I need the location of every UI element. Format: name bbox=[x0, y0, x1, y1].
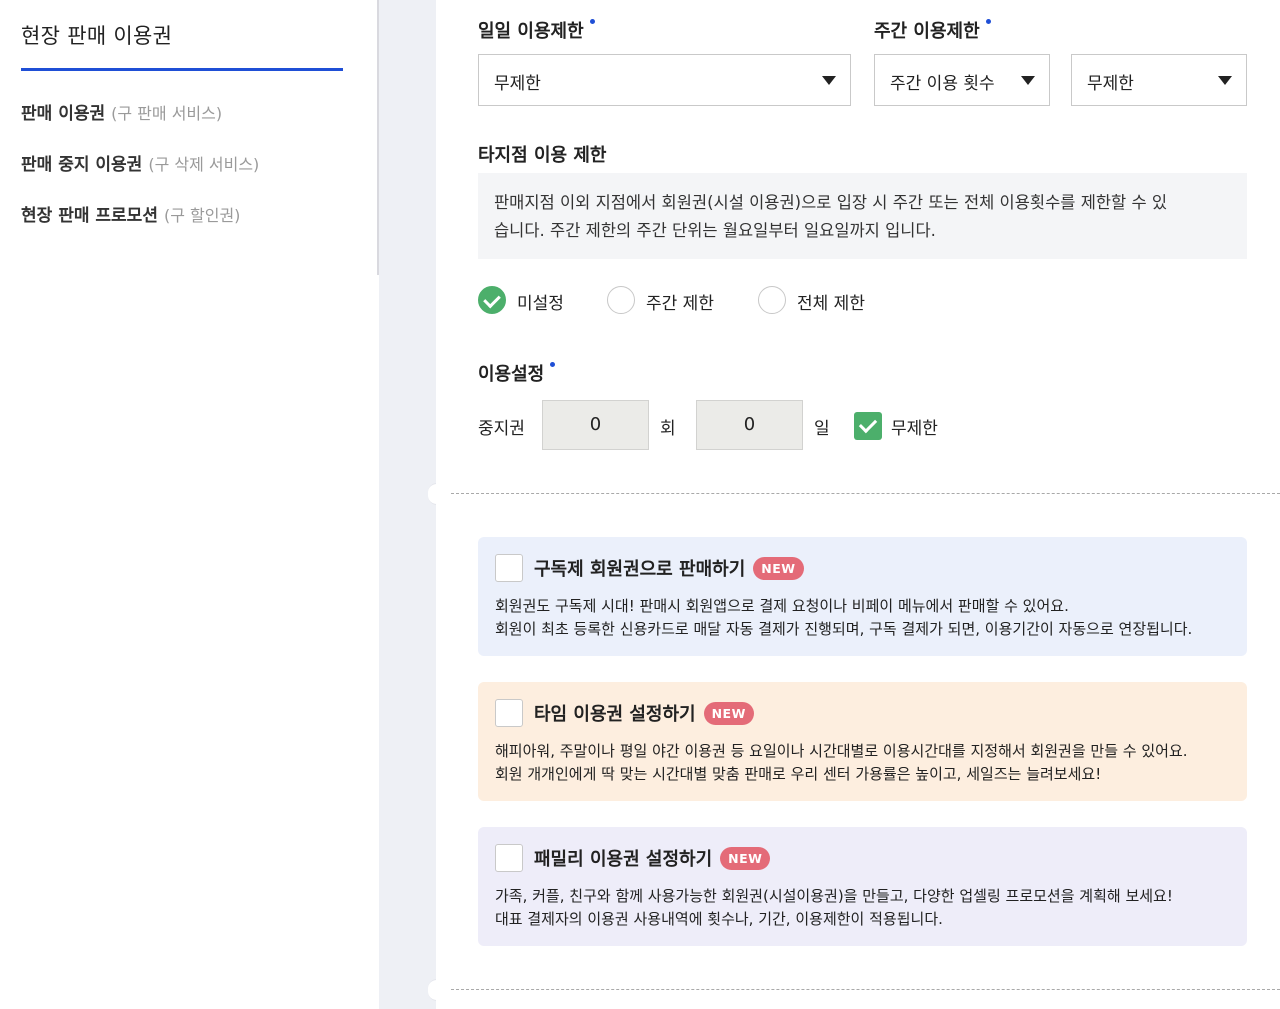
section-divider bbox=[451, 493, 1280, 494]
days-unit-label: 일 bbox=[814, 419, 830, 439]
new-badge: NEW bbox=[720, 847, 771, 870]
info-text-line: 판매지점 이외 지점에서 회원권(시설 이용권)으로 입장 시 주간 또는 전체… bbox=[494, 193, 1168, 212]
card-title: 패밀리 이용권 설정하기 NEW bbox=[534, 845, 771, 871]
family-pass-checkbox[interactable] bbox=[495, 844, 523, 872]
subscription-card: 구독제 회원권으로 판매하기 NEW 회원권도 구독제 시대! 판매시 회원앱으로… bbox=[478, 537, 1247, 656]
info-text-line: 습니다. 주간 제한의 주간 단위는 월요일부터 일요일까지 입니다. bbox=[494, 221, 936, 240]
card-description: 회원권도 구독제 시대! 판매시 회원앱으로 결제 요청이나 비페이 메뉴에서 … bbox=[495, 595, 1192, 641]
radio-checked-icon bbox=[478, 286, 506, 314]
new-badge: NEW bbox=[703, 702, 754, 725]
sidebar-title-underline bbox=[21, 68, 343, 71]
daily-limit-label: 일일 이용제한 bbox=[478, 17, 595, 43]
radio-unchecked-icon bbox=[607, 286, 635, 314]
card-title-text: 타임 이용권 설정하기 bbox=[534, 704, 696, 725]
usage-setting-label: 이용설정 bbox=[478, 360, 556, 386]
usage-setting-label-text: 이용설정 bbox=[478, 364, 545, 385]
pause-days-input[interactable]: 0 bbox=[696, 400, 803, 450]
new-badge: NEW bbox=[753, 557, 804, 580]
required-dot-icon bbox=[589, 19, 595, 24]
required-dot-icon bbox=[550, 362, 556, 367]
weekly-limit-label: 주간 이용제한 bbox=[874, 17, 991, 43]
times-unit-label: 회 bbox=[660, 419, 676, 439]
sidebar-item-sublabel: (구 판매 서비스) bbox=[111, 104, 223, 123]
sidebar-title: 현장 판매 이용권 bbox=[21, 24, 173, 48]
card-title-text: 패밀리 이용권 설정하기 bbox=[534, 849, 713, 870]
radio-label: 미설정 bbox=[517, 294, 564, 314]
other-branch-info-box: 판매지점 이외 지점에서 회원권(시설 이용권)으로 입장 시 주간 또는 전체… bbox=[478, 173, 1247, 259]
unlimited-checkbox[interactable] bbox=[854, 412, 882, 440]
daily-limit-select[interactable]: 무제한 bbox=[478, 54, 851, 106]
card-desc-line: 가족, 커플, 친구와 함께 사용가능한 회원권(시설이용권)을 만들고, 다양… bbox=[495, 887, 1173, 905]
card-desc-line: 회원 개개인에게 딱 맞는 시간대별 맞춤 판매로 우리 센터 가용률은 높이고… bbox=[495, 765, 1102, 783]
card-title-text: 구독제 회원권으로 판매하기 bbox=[534, 559, 746, 580]
radio-unchecked-icon bbox=[758, 286, 786, 314]
sidebar-item-suspended-pass[interactable]: 판매 중지 이용권 (구 삭제 서비스) bbox=[21, 150, 259, 175]
weekly-limit-count-value: 무제한 bbox=[1087, 74, 1134, 94]
card-desc-line: 회원이 최초 등록한 신용카드로 매달 자동 결제가 진행되며, 구독 결제가 … bbox=[495, 620, 1193, 638]
time-pass-card: 타임 이용권 설정하기 NEW 해피아워, 주말이나 평일 야간 이용권 등 요일… bbox=[478, 682, 1247, 801]
caret-down-icon bbox=[1021, 76, 1035, 85]
pause-pass-label: 중지권 bbox=[478, 419, 525, 439]
card-description: 해피아워, 주말이나 평일 야간 이용권 등 요일이나 시간대별로 이용시간대를… bbox=[495, 740, 1188, 786]
card-description: 가족, 커플, 친구와 함께 사용가능한 회원권(시설이용권)을 만들고, 다양… bbox=[495, 885, 1173, 931]
daily-limit-value: 무제한 bbox=[494, 74, 541, 94]
weekly-limit-label-text: 주간 이용제한 bbox=[874, 21, 980, 42]
caret-down-icon bbox=[822, 76, 836, 85]
sidebar-item-sale-pass[interactable]: 판매 이용권 (구 판매 서비스) bbox=[21, 99, 222, 124]
sidebar-item-promotion[interactable]: 현장 판매 프로모션 (구 할인권) bbox=[21, 201, 240, 226]
unlimited-label: 무제한 bbox=[891, 419, 938, 439]
sidebar-item-label: 판매 이용권 bbox=[21, 104, 106, 124]
card-title: 타임 이용권 설정하기 NEW bbox=[534, 700, 754, 726]
weekly-limit-type-value: 주간 이용 횟수 bbox=[890, 74, 995, 94]
card-desc-line: 해피아워, 주말이나 평일 야간 이용권 등 요일이나 시간대별로 이용시간대를… bbox=[495, 742, 1188, 760]
radio-label: 주간 제한 bbox=[646, 294, 714, 314]
weekly-limit-type-select[interactable]: 주간 이용 횟수 bbox=[874, 54, 1050, 106]
page-gutter bbox=[379, 0, 436, 1009]
time-pass-checkbox[interactable] bbox=[495, 699, 523, 727]
caret-down-icon bbox=[1218, 76, 1232, 85]
section-divider bbox=[451, 989, 1280, 990]
sidebar: 현장 판매 이용권 판매 이용권 (구 판매 서비스) 판매 중지 이용권 (구 삭… bbox=[0, 0, 378, 1009]
family-pass-card: 패밀리 이용권 설정하기 NEW 가족, 커플, 친구와 함께 사용가능한 회원권… bbox=[478, 827, 1247, 946]
card-desc-line: 회원권도 구독제 시대! 판매시 회원앱으로 결제 요청이나 비페이 메뉴에서 … bbox=[495, 597, 1069, 615]
main-form: 일일 이용제한 무제한 주간 이용제한 주간 이용 횟수 무제한 타지점 이용 … bbox=[436, 0, 1280, 1009]
daily-limit-label-text: 일일 이용제한 bbox=[478, 21, 584, 42]
card-title: 구독제 회원권으로 판매하기 NEW bbox=[534, 555, 804, 581]
sidebar-item-label: 현장 판매 프로모션 bbox=[21, 206, 158, 226]
required-dot-icon bbox=[985, 19, 991, 24]
card-desc-line: 대표 결제자의 이용권 사용내역에 횟수나, 기간, 이용제한이 적용됩니다. bbox=[495, 910, 943, 928]
sidebar-item-sublabel: (구 삭제 서비스) bbox=[148, 155, 260, 174]
pause-times-input[interactable]: 0 bbox=[542, 400, 649, 450]
weekly-limit-count-select[interactable]: 무제한 bbox=[1071, 54, 1247, 106]
sidebar-item-label: 판매 중지 이용권 bbox=[21, 155, 143, 175]
subscription-checkbox[interactable] bbox=[495, 554, 523, 582]
other-branch-limit-label: 타지점 이용 제한 bbox=[478, 145, 607, 166]
sidebar-item-sublabel: (구 할인권) bbox=[163, 206, 241, 225]
radio-label: 전체 제한 bbox=[797, 294, 865, 314]
